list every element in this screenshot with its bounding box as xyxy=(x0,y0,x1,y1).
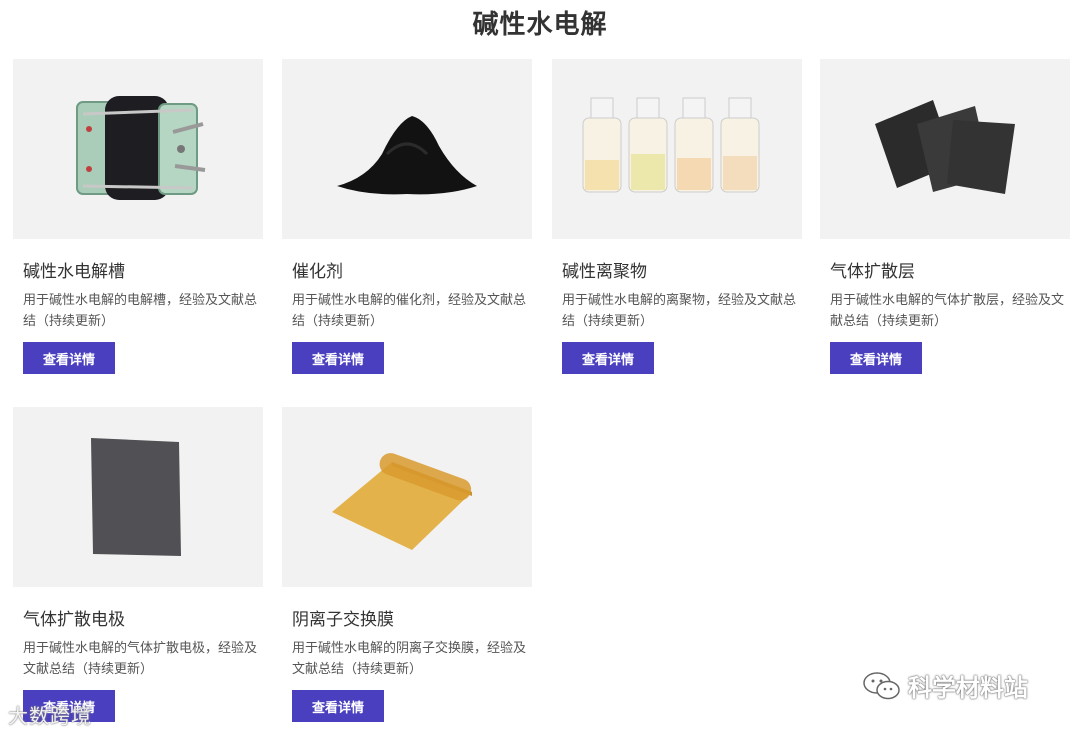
page-title: 碱性水电解 xyxy=(472,10,608,40)
watermark-left: 大数跨境 xyxy=(8,704,92,728)
card-description: 用于碱性水电解的气体扩散层，经验及文献总结（持续更新） xyxy=(830,293,1065,329)
product-card-catalyst: 催化剂 用于碱性水电解的催化剂，经验及文献总结（持续更新） 查看详情 xyxy=(282,59,532,374)
view-details-button[interactable]: 查看详情 xyxy=(562,342,654,374)
catalyst-powder-icon xyxy=(337,116,477,195)
card-title: 气体扩散层 xyxy=(830,262,915,282)
watermark-right: 科学材料站 xyxy=(862,668,1028,703)
product-image[interactable] xyxy=(282,59,532,239)
card-title: 碱性离聚物 xyxy=(562,262,647,282)
watermark-right-text: 科学材料站 xyxy=(908,674,1028,702)
card-description: 用于碱性水电解的气体扩散电极，经验及文献总结（持续更新） xyxy=(23,641,258,677)
product-card-gas-diffusion-electrode: 气体扩散电极 用于碱性水电解的气体扩散电极，经验及文献总结（持续更新） 查看详情 xyxy=(13,407,263,722)
view-details-button[interactable]: 查看详情 xyxy=(292,690,384,722)
card-description: 用于碱性水电解的阴离子交换膜，经验及文献总结（持续更新） xyxy=(292,641,527,677)
product-card-gas-diffusion-layer: 气体扩散层 用于碱性水电解的气体扩散层，经验及文献总结（持续更新） 查看详情 xyxy=(820,59,1070,374)
product-image[interactable] xyxy=(13,59,263,239)
view-details-button[interactable]: 查看详情 xyxy=(292,342,384,374)
card-description: 用于碱性水电解的电解槽，经验及文献总结（持续更新） xyxy=(23,293,258,329)
card-description: 用于碱性水电解的离聚物，经验及文献总结（持续更新） xyxy=(562,293,797,329)
product-card-membrane: 阴离子交换膜 用于碱性水电解的阴离子交换膜，经验及文献总结（持续更新） 查看详情 xyxy=(282,407,532,722)
membrane-sheet-icon xyxy=(332,453,472,550)
product-card-ionomer: 碱性离聚物 用于碱性水电解的离聚物，经验及文献总结（持续更新） 查看详情 xyxy=(552,59,802,374)
product-image[interactable] xyxy=(282,407,532,587)
product-image[interactable] xyxy=(552,59,802,239)
ionomer-bottles-icon xyxy=(582,97,760,193)
card-title: 阴离子交换膜 xyxy=(292,610,394,630)
card-description: 用于碱性水电解的催化剂，经验及文献总结（持续更新） xyxy=(292,293,527,329)
product-image[interactable] xyxy=(13,407,263,587)
product-image[interactable] xyxy=(820,59,1070,239)
gas-diffusion-layer-icon xyxy=(875,100,1015,194)
product-card-electrolyzer: 碱性水电解槽 用于碱性水电解的电解槽，经验及文献总结（持续更新） 查看详情 xyxy=(13,59,263,374)
view-details-button[interactable]: 查看详情 xyxy=(830,342,922,374)
view-details-button[interactable]: 查看详情 xyxy=(23,342,115,374)
card-title: 催化剂 xyxy=(292,262,343,282)
electrolyzer-stack-icon xyxy=(76,96,206,200)
card-title: 气体扩散电极 xyxy=(23,610,125,630)
wechat-icon xyxy=(863,671,900,699)
gas-diffusion-electrode-icon xyxy=(91,438,181,556)
card-title: 碱性水电解槽 xyxy=(23,262,125,282)
